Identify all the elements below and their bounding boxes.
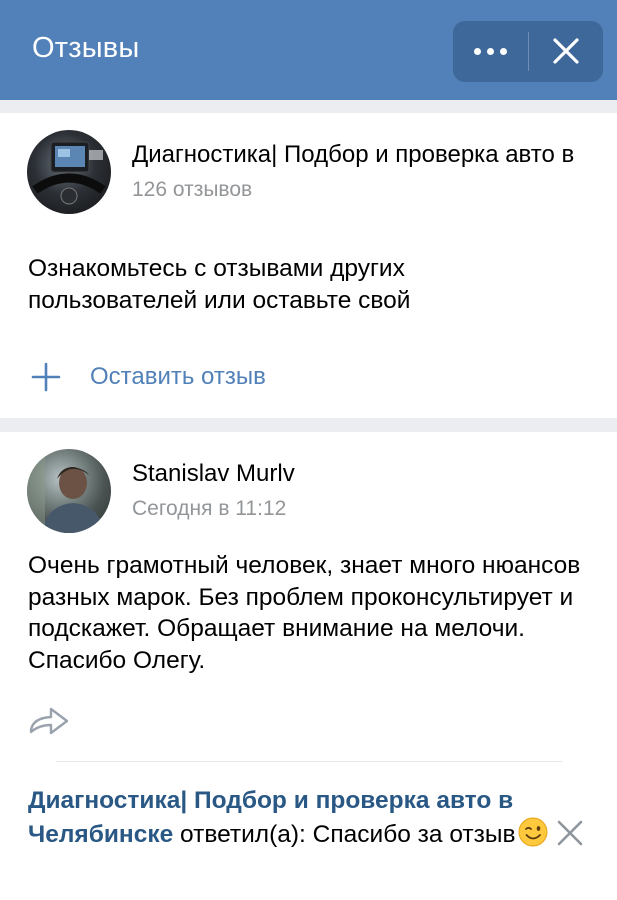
reply-divider [56, 761, 562, 762]
app-header: Отзывы [0, 0, 617, 100]
owner-reply: Диагностика| Подбор и проверка авто в Че… [28, 785, 553, 850]
review-author[interactable]: Stanislav Murlv [132, 460, 295, 488]
more-horizontal-icon-dot [500, 48, 507, 55]
more-horizontal-icon [474, 48, 481, 55]
user-photo [27, 449, 105, 533]
delete-reply-button[interactable] [553, 816, 587, 850]
leave-review-button[interactable]: Оставить отзыв [30, 357, 330, 397]
group-card: Диагностика| Подбор и проверка авто в Че… [0, 113, 617, 418]
review-card: Stanislav Murlv Сегодня в 11:12 Очень гр… [0, 432, 617, 900]
group-name[interactable]: Диагностика| Подбор и проверка авто в Че… [132, 141, 578, 169]
group-avatar[interactable] [27, 130, 111, 214]
review-text: Очень грамотный человек, знает много нюа… [28, 552, 581, 674]
intro-text: Ознакомьтесь с отзывами других пользоват… [28, 255, 411, 314]
avatar[interactable] [27, 449, 111, 533]
review-time: Сегодня в 11:12 [132, 497, 287, 520]
page-title: Отзывы [32, 32, 140, 64]
close-icon [557, 820, 583, 846]
more-horizontal-icon-dot [487, 48, 494, 55]
header-controls [453, 21, 603, 82]
more-button[interactable] [453, 21, 528, 82]
leave-review-label: Оставить отзыв [90, 363, 266, 390]
reply-verb: ответил(а): [180, 820, 306, 848]
plus-icon [31, 362, 61, 392]
steering-wheel-image [32, 141, 106, 205]
winking-face-emoji [518, 817, 547, 846]
share-icon [29, 707, 69, 735]
review-count: 126 отзывов [132, 178, 253, 201]
share-button[interactable] [27, 700, 71, 740]
close-button[interactable] [529, 21, 603, 82]
close-icon [553, 38, 579, 64]
reply-text: Спасибо за отзыв [312, 820, 516, 848]
